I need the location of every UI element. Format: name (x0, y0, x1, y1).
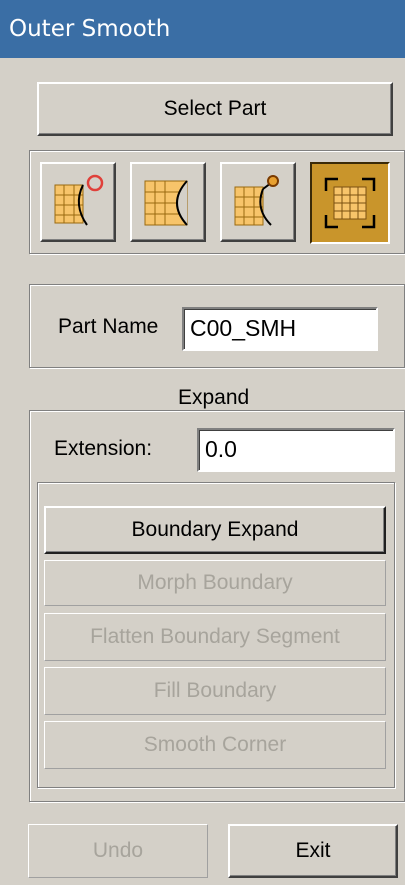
exit-button[interactable]: Exit (228, 824, 398, 878)
morph-boundary-label: Morph Boundary (137, 571, 293, 594)
mode-button-full-frame[interactable] (310, 162, 390, 244)
grid-concave-curve-icon (144, 180, 188, 226)
fill-boundary-label: Fill Boundary (153, 679, 277, 702)
grid-curve-knob-icon (234, 175, 279, 226)
boundary-expand-label: Boundary Expand (131, 518, 299, 541)
extension-label: Extension: (54, 437, 153, 460)
exit-label: Exit (295, 839, 331, 862)
morph-boundary-button[interactable]: Morph Boundary (44, 560, 386, 606)
select-part-button[interactable]: Select Part (37, 82, 393, 136)
smooth-corner-label: Smooth Corner (143, 733, 287, 756)
grid-full-frame-icon (324, 177, 376, 229)
mode-button-curve-circle[interactable] (40, 162, 116, 242)
select-part-label: Select Part (163, 97, 267, 120)
boundary-expand-button[interactable]: Boundary Expand (44, 506, 386, 554)
window-title: Outer Smooth (9, 16, 171, 42)
fill-boundary-button[interactable]: Fill Boundary (44, 667, 386, 715)
flatten-boundary-segment-label: Flatten Boundary Segment (90, 625, 340, 648)
window-title-bar[interactable]: Outer Smooth (0, 0, 405, 58)
flatten-boundary-segment-button[interactable]: Flatten Boundary Segment (44, 613, 386, 661)
smooth-corner-button[interactable]: Smooth Corner (44, 721, 386, 769)
undo-button[interactable]: Undo (28, 824, 208, 878)
part-name-label: Part Name (58, 315, 159, 338)
expand-section-title: Expand (178, 386, 250, 409)
extension-field[interactable]: 0.0 (197, 428, 395, 472)
part-name-field[interactable]: C00_SMH (182, 307, 378, 351)
mode-button-concave-curve[interactable] (130, 162, 206, 242)
undo-label: Undo (92, 839, 144, 862)
mode-button-curve-knob[interactable] (220, 162, 296, 242)
grid-curve-circle-icon (54, 174, 104, 226)
